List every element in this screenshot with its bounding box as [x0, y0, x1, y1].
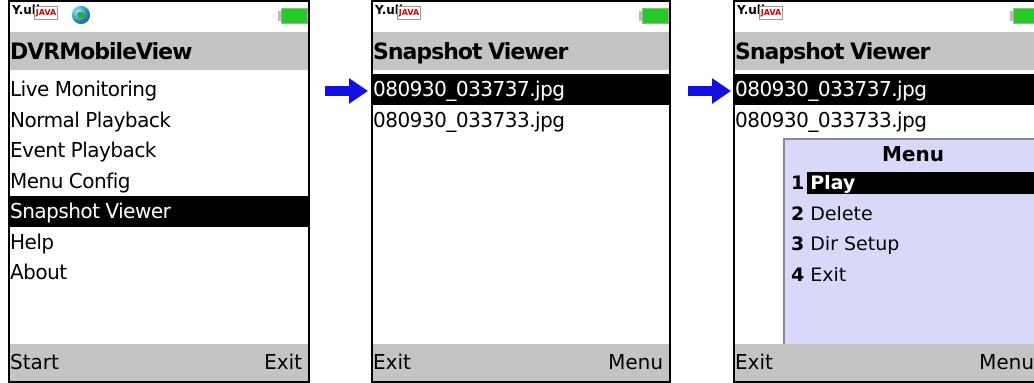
soft-key-left[interactable]: Exit	[735, 350, 773, 374]
soft-key-bar: Start Exit	[10, 344, 308, 381]
option-number: 3	[791, 233, 805, 255]
file-list: 080930_033737.jpg 080930_033733.jpg	[373, 74, 669, 135]
menu-item-event-playback[interactable]: Event Playback	[10, 135, 308, 166]
options-menu-popup: Menu 1 Play 2 Delete 3 Dir Setup 4 Exit	[783, 138, 1034, 346]
java-badge-icon: JAVA	[397, 6, 421, 20]
phone-screen-snapshot-viewer: Y.ull JAVA Snapshot Viewer 080930_033737…	[371, 0, 671, 383]
menu-item-normal-playback[interactable]: Normal Playback	[10, 105, 308, 136]
soft-key-left[interactable]: Exit	[373, 350, 411, 374]
battery-icon	[1010, 8, 1034, 24]
title-bar: DVRMobileView	[10, 32, 308, 70]
menu-item-menu-config[interactable]: Menu Config	[10, 166, 308, 197]
soft-key-bar: Exit Menu	[373, 344, 669, 381]
soft-key-right[interactable]: Menu	[608, 350, 663, 374]
option-number: 2	[791, 202, 805, 225]
right-arrow-icon	[688, 78, 731, 104]
soft-key-left[interactable]: Start	[10, 350, 59, 374]
menu-title: Menu	[785, 140, 1034, 168]
soft-key-right[interactable]: Exit	[264, 350, 302, 374]
phone-screen-main-menu: Y.ull JAVA DVRMobileView Live Monitoring…	[8, 0, 310, 383]
file-item[interactable]: 080930_033737.jpg	[373, 74, 669, 105]
battery-icon	[639, 8, 669, 24]
menu-item-live-monitoring[interactable]: Live Monitoring	[10, 74, 308, 105]
status-bar: Y.ull JAVA	[10, 2, 308, 32]
java-badge-icon: JAVA	[759, 6, 783, 20]
option-number: 1	[791, 172, 805, 194]
menu-item-help[interactable]: Help	[10, 227, 308, 258]
phone-screen-snapshot-menu: Y.ull JAVA Snapshot Viewer 080930_033737…	[733, 0, 1034, 383]
soft-key-right[interactable]: Menu	[979, 350, 1034, 374]
soft-key-bar: Exit Menu	[735, 344, 1034, 381]
status-bar: Y.ull JAVA	[735, 2, 1034, 32]
menu-item-about[interactable]: About	[10, 257, 308, 288]
file-item[interactable]: 080930_033733.jpg	[735, 105, 1034, 136]
option-label: Dir Setup	[810, 233, 900, 255]
title-bar: Snapshot Viewer	[373, 32, 669, 70]
battery-icon	[278, 8, 308, 24]
title-bar: Snapshot Viewer	[735, 32, 1034, 70]
option-label: Play	[807, 172, 1034, 194]
menu-option-exit[interactable]: 4 Exit	[785, 260, 1034, 291]
screen-title: Snapshot Viewer	[373, 40, 568, 65]
menu-item-snapshot-viewer[interactable]: Snapshot Viewer	[10, 196, 308, 227]
menu-option-play[interactable]: 1 Play	[785, 168, 1034, 199]
option-label: Delete	[810, 202, 873, 225]
main-menu-list: Live Monitoring Normal Playback Event Pl…	[10, 74, 308, 288]
globe-icon	[72, 6, 90, 24]
screen-title: DVRMobileView	[10, 40, 192, 65]
status-bar: Y.ull JAVA	[373, 2, 669, 32]
option-number: 4	[791, 263, 805, 286]
right-arrow-icon	[325, 78, 368, 104]
java-badge-icon: JAVA	[34, 6, 58, 20]
menu-option-delete[interactable]: 2 Delete	[785, 199, 1034, 230]
file-item[interactable]: 080930_033733.jpg	[373, 105, 669, 136]
screen-title: Snapshot Viewer	[735, 40, 930, 65]
file-item[interactable]: 080930_033737.jpg	[735, 74, 1034, 105]
file-list: 080930_033737.jpg 080930_033733.jpg	[735, 74, 1034, 135]
option-label: Exit	[810, 263, 847, 286]
menu-option-dir-setup[interactable]: 3 Dir Setup	[785, 229, 1034, 260]
